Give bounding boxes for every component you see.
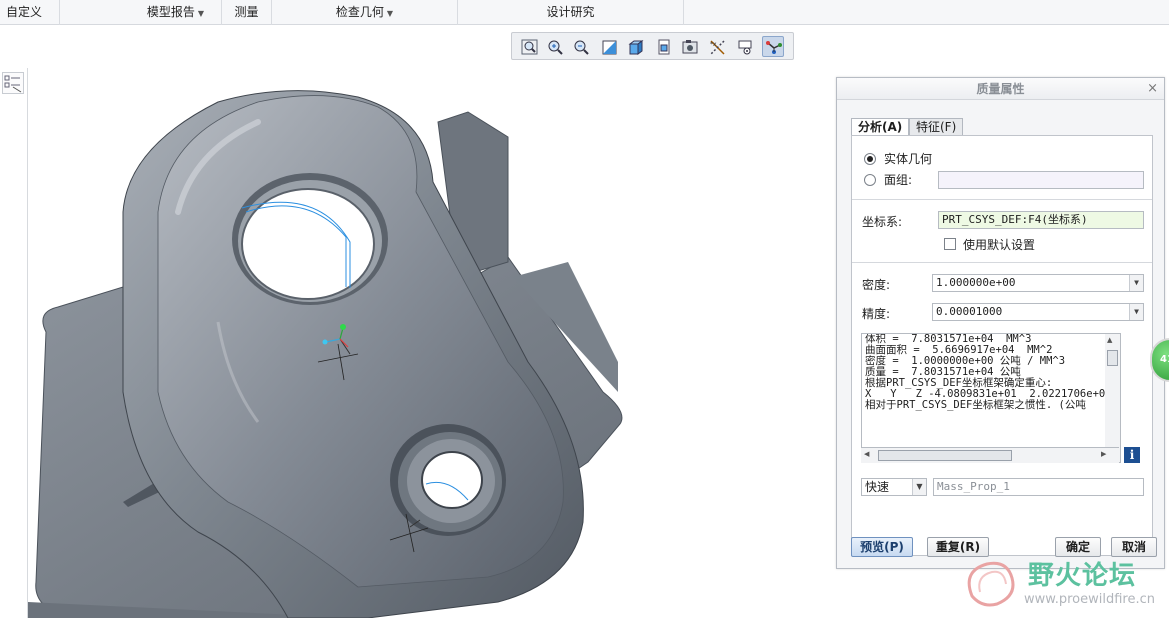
use-default-checkbox[interactable] bbox=[944, 238, 956, 250]
chevron-down-icon[interactable]: ▼ bbox=[1129, 275, 1143, 291]
ribbon-tab-design-study[interactable]: 设计研究 bbox=[458, 0, 684, 25]
scroll-thumb[interactable] bbox=[1107, 350, 1118, 366]
quilt-label: 面组: bbox=[884, 173, 913, 187]
quilt-field[interactable] bbox=[938, 171, 1144, 189]
ribbon-tab-label: 自定义 bbox=[6, 5, 43, 19]
watermark-title: 野火论坛 bbox=[1028, 561, 1137, 591]
ribbon-tab-model-report[interactable]: 模型报告 ▼ bbox=[130, 0, 222, 25]
view-manager-button[interactable] bbox=[678, 36, 700, 57]
preview-button[interactable]: 预览(P) bbox=[851, 537, 913, 557]
csys-field[interactable]: PRT_CSYS_DEF:F4(坐标系) bbox=[938, 211, 1144, 229]
ribbon-tab-label: 模型报告 bbox=[146, 5, 195, 19]
repaint-button[interactable] bbox=[598, 36, 620, 57]
scroll-right-icon[interactable]: ▶ bbox=[1101, 450, 1106, 458]
zoom-in-button[interactable] bbox=[544, 36, 566, 57]
ribbon-tab-customize[interactable]: 自定义 bbox=[0, 0, 60, 25]
ribbon-tab-label: 测量 bbox=[234, 5, 259, 19]
close-icon[interactable]: × bbox=[1147, 78, 1158, 100]
results-horizontal-scrollbar[interactable]: ◀ ▶ bbox=[861, 447, 1119, 463]
refit-button[interactable] bbox=[518, 36, 540, 57]
svg-text:*x: *x bbox=[710, 41, 717, 48]
divider bbox=[852, 262, 1152, 263]
model-tree-icon bbox=[4, 75, 22, 93]
display-style-icon bbox=[628, 40, 644, 55]
results-vertical-scrollbar[interactable]: ▲ ▼ bbox=[1105, 333, 1121, 463]
mass-properties-dialog: 质量属性 × 分析(A) 特征(F) 实体几何 面组: 坐标系: PRT_CSY… bbox=[836, 77, 1165, 569]
model-hole-large bbox=[232, 173, 388, 305]
display-style-button[interactable] bbox=[624, 36, 646, 57]
watermark-logo-icon bbox=[967, 561, 1015, 607]
chevron-down-icon[interactable]: ▼ bbox=[912, 479, 926, 495]
saved-views-button[interactable] bbox=[652, 36, 674, 57]
density-label: 密度: bbox=[862, 278, 891, 292]
info-icon[interactable]: i bbox=[1124, 447, 1140, 463]
accuracy-value: 0.00001000 bbox=[936, 305, 1003, 318]
scroll-up-icon[interactable]: ▲ bbox=[1107, 336, 1112, 344]
zoom-out-icon bbox=[574, 40, 589, 55]
ribbon-tab-label: 检查几何 bbox=[335, 5, 384, 19]
zoom-out-button[interactable] bbox=[570, 36, 592, 57]
scroll-left-icon[interactable]: ◀ bbox=[864, 450, 869, 458]
chevron-down-icon[interactable]: ▼ bbox=[1129, 304, 1143, 320]
scroll-thumb[interactable] bbox=[878, 450, 1012, 461]
watermark-url: www.proewildfire.cn bbox=[1024, 592, 1155, 607]
result-line: 相对于PRT_CSYS_DEF坐标框架之惯性. (公吨 bbox=[865, 399, 1086, 411]
refit-icon bbox=[521, 39, 538, 55]
use-default-label: 使用默认设置 bbox=[963, 238, 1036, 252]
watermark: 野火论坛 www.proewildfire.cn bbox=[958, 552, 1168, 618]
spin-center-icon bbox=[738, 40, 752, 55]
ribbon-tab-check-geometry[interactable]: 检查几何 ▼ bbox=[272, 0, 458, 25]
model-tree-toggle[interactable] bbox=[2, 72, 24, 94]
ribbon-tab-measure[interactable]: 测量 bbox=[222, 0, 272, 25]
analysis-name-field[interactable]: Mass_Prop_1 bbox=[933, 478, 1144, 496]
graphics-toolbar: *x bbox=[511, 32, 794, 60]
ribbon-spacer bbox=[60, 0, 130, 25]
solid-geometry-radio[interactable] bbox=[864, 153, 876, 165]
quilt-radio[interactable] bbox=[864, 174, 876, 186]
datum-display-button[interactable]: *x bbox=[706, 36, 728, 57]
accuracy-label: 精度: bbox=[862, 307, 891, 321]
model-viewport[interactable] bbox=[28, 62, 838, 618]
repaint-icon bbox=[602, 40, 617, 55]
datum-display-icon: *x bbox=[710, 40, 725, 55]
spin-center-button[interactable] bbox=[734, 36, 756, 57]
saved-views-icon bbox=[658, 39, 670, 55]
dialog-title: 质量属性 bbox=[837, 78, 1164, 100]
zoom-in-icon bbox=[548, 40, 563, 55]
chevron-down-icon: ▼ bbox=[197, 9, 205, 18]
tab-feature[interactable]: 特征(F) bbox=[909, 118, 964, 136]
ribbon-tab-label: 设计研究 bbox=[546, 5, 595, 19]
divider bbox=[852, 199, 1152, 200]
mode-value: 快速 bbox=[865, 480, 890, 494]
model-tree-strip bbox=[0, 68, 28, 618]
density-value: 1.000000e+00 bbox=[936, 276, 1016, 289]
chevron-down-icon: ▼ bbox=[386, 9, 394, 18]
csys-label: 坐标系: bbox=[862, 215, 903, 229]
results-textarea[interactable]: 体积 = 7.8031571e+04 MM^3 曲面面积 = 5.6696917… bbox=[861, 333, 1119, 463]
ribbon-bar: 自定义 模型报告 ▼ 测量 检查几何 ▼ 设计研究 bbox=[0, 0, 1169, 25]
csys-display-icon bbox=[766, 41, 782, 54]
accuracy-field[interactable]: 0.00001000 ▼ bbox=[932, 303, 1144, 321]
csys-display-button[interactable] bbox=[762, 36, 784, 57]
density-field[interactable]: 1.000000e+00 ▼ bbox=[932, 274, 1144, 292]
solid-geometry-label: 实体几何 bbox=[884, 152, 933, 166]
view-manager-icon bbox=[682, 40, 698, 54]
mode-select[interactable]: 快速 ▼ bbox=[861, 478, 927, 496]
